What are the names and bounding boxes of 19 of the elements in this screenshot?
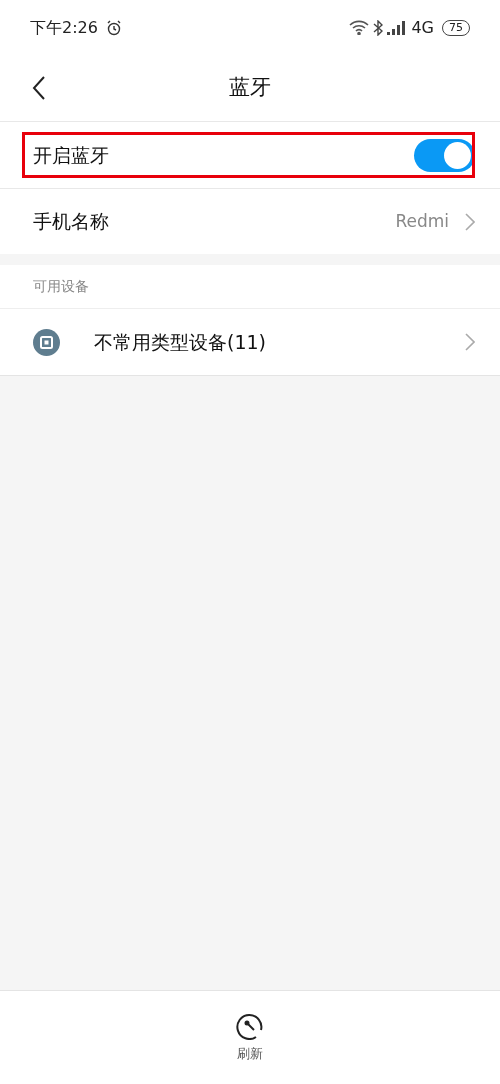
bluetooth-icon <box>373 19 384 36</box>
setting-label: 开启蓝牙 <box>33 142 109 168</box>
device-label: 不常用类型设备(11) <box>94 329 267 355</box>
status-time: 下午2:26 <box>30 16 98 39</box>
bluetooth-toggle[interactable] <box>414 138 475 172</box>
network-type: 4G <box>411 16 434 39</box>
device-row[interactable]: 不常用类型设备(11) <box>0 309 500 375</box>
signal-icon <box>387 20 408 35</box>
wifi-icon <box>349 20 370 35</box>
alarm-icon <box>105 19 122 36</box>
page-title: 蓝牙 <box>229 74 271 102</box>
back-icon[interactable] <box>32 75 46 101</box>
device-icon <box>33 328 60 356</box>
setting-value: Redmi <box>395 209 449 233</box>
section-header: 可用设备 <box>33 277 89 296</box>
setting-label: 手机名称 <box>33 209 109 235</box>
chevron-icon <box>465 212 475 231</box>
refresh-button[interactable]: 刷新 <box>236 1011 264 1064</box>
chevron-icon <box>465 333 475 351</box>
